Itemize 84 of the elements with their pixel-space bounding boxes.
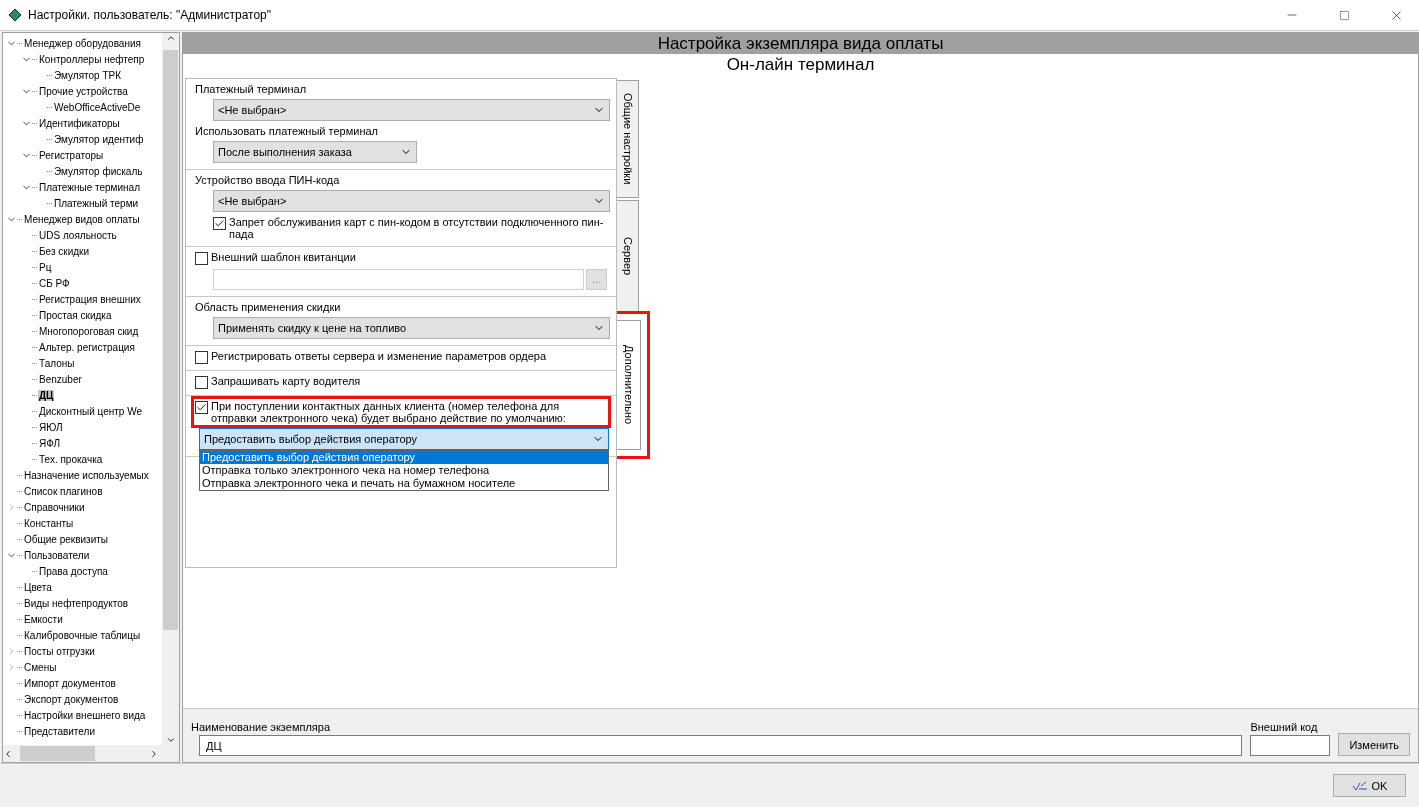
window-title: Настройки. пользователь: "Администратор"	[28, 8, 273, 22]
tree-item[interactable]: ЯФЛ	[38, 437, 62, 449]
tree-item[interactable]: Контроллеры нефтепр	[38, 53, 146, 65]
tree-item[interactable]: Платежные терминал	[38, 181, 141, 193]
app-icon	[8, 8, 22, 22]
tree-item[interactable]: Список плагинов	[23, 485, 104, 497]
tree-item[interactable]: Benzuber	[38, 373, 83, 385]
dropdown-option[interactable]: Предоставить выбор действия оператору	[200, 451, 608, 464]
tree-item[interactable]: Экспорт документов	[23, 693, 120, 705]
tree-item[interactable]: Настройки внешнего вида	[23, 709, 147, 721]
scrollbar[interactable]	[3, 745, 179, 762]
input-field[interactable]	[1250, 735, 1331, 756]
tree-item[interactable]: WebOfficeActiveDe	[53, 101, 142, 113]
checkbox[interactable]	[195, 351, 208, 364]
tab[interactable]: Общие настройки	[617, 80, 639, 198]
tree-item[interactable]: Дисконтный центр We	[38, 405, 144, 417]
pen-check-icon	[1351, 779, 1368, 792]
panel-subtitle: Он-лайн терминал	[725, 54, 876, 75]
scrollbar[interactable]	[162, 33, 179, 745]
chevron-left-icon[interactable]	[3, 748, 13, 759]
checkbox-label: Запрашивать карту водителя	[211, 375, 361, 387]
tree-item[interactable]: Константы	[23, 517, 75, 529]
checkbox[interactable]	[195, 401, 208, 414]
tree-item[interactable]: Простая скидка	[38, 309, 113, 321]
tab[interactable]: Сервер	[617, 200, 639, 312]
tree-item[interactable]: Платежный терми	[53, 197, 140, 209]
tree-item[interactable]: Эмулятор фискаль	[53, 165, 144, 177]
field-label: Платежный терминал	[195, 83, 308, 95]
tree-item[interactable]: Справочники	[23, 501, 86, 513]
field-label: Наименование экземпляра	[191, 721, 332, 733]
tree-item[interactable]: Менеджер видов оплаты	[23, 213, 141, 225]
tree-item[interactable]: Регистрация внешних	[38, 293, 142, 305]
field-label: Использовать платежный терминал	[195, 125, 379, 137]
checkbox-label: Запрет обслуживания карт с пин-кодом в отсутствии подключенного пин-пада	[229, 216, 605, 240]
chevron-up-icon[interactable]	[165, 33, 176, 43]
checkbox[interactable]	[195, 376, 208, 389]
panel-title: Настройка экземпляра вида оплаты	[183, 33, 1418, 54]
tree-item[interactable]: Прочие устройства	[38, 85, 129, 97]
tree-item[interactable]: Идентификаторы	[38, 117, 121, 129]
dropdown[interactable]: Применять скидку к цене на топливо	[213, 317, 610, 339]
tree-item[interactable]: Права доступа	[38, 565, 109, 577]
tree-item[interactable]: Эмулятор идентиф	[53, 133, 145, 145]
dropdown[interactable]: <Не выбран>	[213, 190, 610, 212]
dropdown[interactable]: <Не выбран>	[213, 99, 610, 121]
tree-item[interactable]: Альтер. регистрация	[38, 341, 136, 353]
tree-item[interactable]: Менеджер оборудования	[23, 37, 142, 49]
chevron-down-icon[interactable]	[165, 735, 176, 745]
tree-item[interactable]: Емкости	[23, 613, 64, 625]
tree-item[interactable]: Представители	[23, 725, 96, 737]
change-button[interactable]: Изменить	[1338, 733, 1410, 756]
tree-item[interactable]: Виды нефтепродуктов	[23, 597, 130, 609]
tree-item[interactable]: Посты отгрузки	[23, 645, 96, 657]
field-label: Внешний код	[1250, 721, 1319, 733]
tree-item[interactable]: Общие реквизиты	[23, 533, 109, 545]
tree-item[interactable]: Тех. прокачка	[38, 453, 104, 465]
chevron-right-icon[interactable]	[149, 748, 159, 759]
tree-item[interactable]: Пользователи	[23, 549, 91, 561]
tree-item[interactable]: Рц	[38, 261, 53, 273]
tree-item[interactable]: Смены	[23, 661, 58, 673]
ok-button[interactable]: OK	[1333, 774, 1406, 797]
tree-item[interactable]: Без скидки	[38, 245, 91, 257]
tree-item[interactable]: Назначение используемых	[23, 469, 150, 481]
checkbox-label: Внешний шаблон квитанции	[211, 251, 356, 263]
checkbox-label: Регистрировать ответы сервера и изменение параметров ордера	[211, 350, 547, 362]
field-label: Устройство ввода ПИН-кода	[195, 174, 341, 186]
tree-item[interactable]: ЯЮЛ	[38, 421, 64, 433]
checkbox-label: При поступлении контактных данных клиента (номер телефона для отправки электронного чека) будет выбрано действие по умолчанию:	[211, 400, 567, 424]
field-label: Область применения скидки	[195, 301, 342, 313]
tree-item[interactable]: Эмулятор ТРК	[53, 69, 123, 81]
tree-item[interactable]: UDS лояльность	[38, 229, 118, 241]
tree-item[interactable]: ДЦ	[38, 389, 55, 401]
tree-item[interactable]: Цвета	[23, 581, 53, 593]
tree-item[interactable]: Импорт документов	[23, 677, 117, 689]
dropdown[interactable]: После выполнения заказа	[213, 141, 417, 163]
tree-item[interactable]: СБ РФ	[38, 277, 71, 289]
tree-item[interactable]: Калибровочные таблицы	[23, 629, 142, 641]
maximize-icon	[1338, 9, 1350, 21]
tree-item[interactable]: Талоны	[38, 357, 76, 369]
tree-item[interactable]: Регистраторы	[38, 149, 105, 161]
input-field[interactable]: ДЦ	[199, 735, 1243, 756]
dropdown[interactable]: Предоставить выбор действия оператору	[199, 428, 609, 450]
checkbox[interactable]	[195, 252, 208, 265]
checkbox[interactable]	[213, 217, 226, 230]
tree-item[interactable]: Многопороговая скид	[38, 325, 140, 337]
